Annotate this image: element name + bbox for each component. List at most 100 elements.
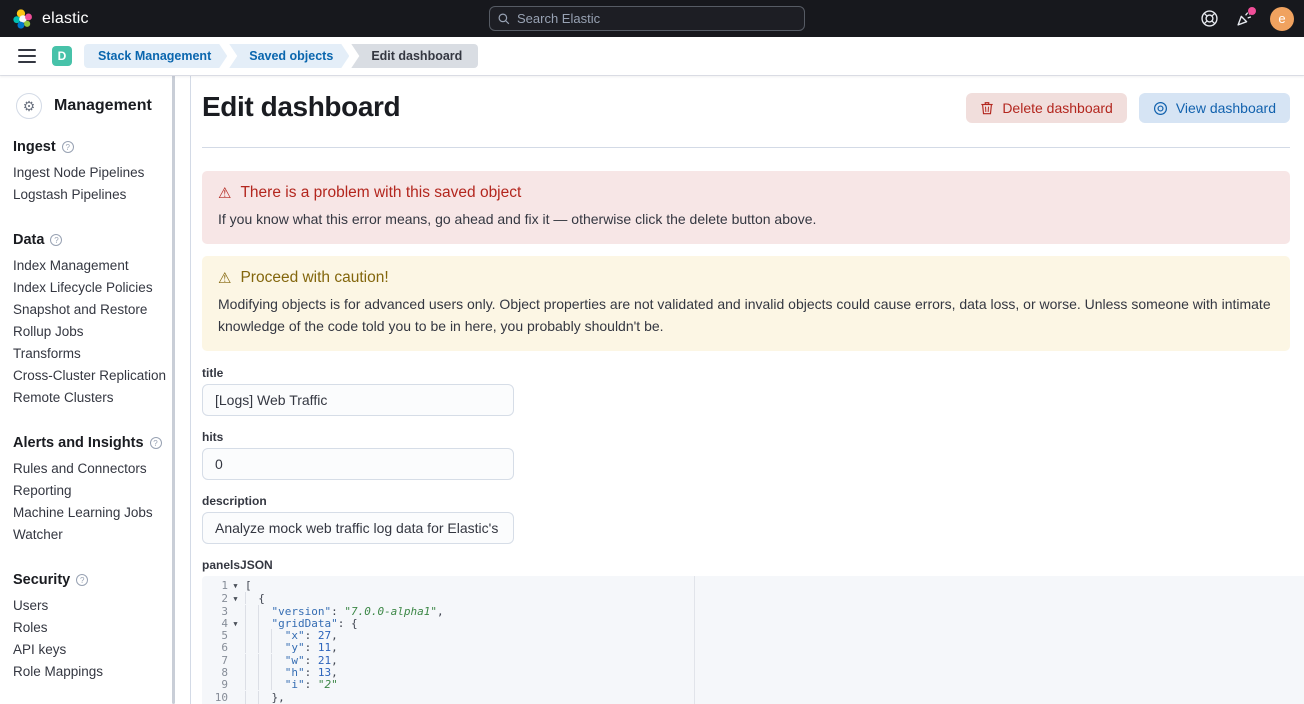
indent-guide xyxy=(245,605,258,617)
indent-guide xyxy=(258,605,271,617)
error-callout-title: There is a problem with this saved objec… xyxy=(240,184,521,202)
delete-dashboard-button[interactable]: Delete dashboard xyxy=(966,93,1127,123)
code-line: 3"version": "7.0.0-alpha1", xyxy=(202,605,1304,617)
error-callout-body: If you know what this error means, go ah… xyxy=(218,208,1274,230)
view-dashboard-button[interactable]: View dashboard xyxy=(1139,93,1290,123)
search-input[interactable] xyxy=(517,11,796,26)
panelsjson-label: panelsJSON xyxy=(202,558,1290,572)
management-sidebar: ⚙ Management Ingest?Ingest Node Pipeline… xyxy=(0,75,191,704)
line-number: 1 xyxy=(202,580,228,592)
breadcrumb-bar: D Stack ManagementSaved objectsEdit dash… xyxy=(0,37,1304,75)
indent-guide xyxy=(271,654,284,666)
indent-guide xyxy=(258,641,271,653)
indent-guide xyxy=(245,641,258,653)
sidebar-item-api-keys[interactable]: API keys xyxy=(13,639,190,661)
elastic-logo-icon xyxy=(12,8,34,30)
sidebar-item-snapshot-and-restore[interactable]: Snapshot and Restore xyxy=(13,299,190,321)
title-label: title xyxy=(202,366,1290,380)
indent-guide xyxy=(245,617,258,629)
indent-guide xyxy=(245,666,258,678)
help-icon[interactable] xyxy=(1200,10,1218,28)
brand-name: elastic xyxy=(42,10,89,28)
sidebar-item-cross-cluster-replication[interactable]: Cross-Cluster Replication xyxy=(13,365,190,387)
breadcrumb-edit-dashboard: Edit dashboard xyxy=(351,44,478,68)
indent-guide xyxy=(245,678,258,690)
header-divider xyxy=(202,147,1290,148)
top-header-bar: elastic xyxy=(0,0,1304,37)
question-circle-icon[interactable]: ? xyxy=(76,574,88,586)
error-callout: ⚠ There is a problem with this saved obj… xyxy=(202,171,1290,244)
indent-guide xyxy=(258,678,271,690)
line-number: 6 xyxy=(202,642,228,654)
menu-icon[interactable] xyxy=(10,43,44,69)
sidebar-item-transforms[interactable]: Transforms xyxy=(13,343,190,365)
sidebar-scrollbar[interactable] xyxy=(172,75,175,704)
code-line: 7"w": 21, xyxy=(202,654,1304,666)
sidebar-item-rollup-jobs[interactable]: Rollup Jobs xyxy=(13,321,190,343)
code-line: 2▼{ xyxy=(202,592,1304,604)
code-line: 9"i": "2" xyxy=(202,678,1304,690)
indent-guide xyxy=(258,666,271,678)
breadcrumb-stack-management[interactable]: Stack Management xyxy=(84,44,227,68)
sidebar-title: Management xyxy=(54,97,152,115)
indent-guide xyxy=(258,617,271,629)
question-circle-icon[interactable]: ? xyxy=(50,234,62,246)
description-input[interactable] xyxy=(202,512,514,544)
sidebar-item-reporting[interactable]: Reporting xyxy=(13,480,190,502)
indent-guide xyxy=(271,678,284,690)
sidebar-item-watcher[interactable]: Watcher xyxy=(13,524,190,546)
question-circle-icon[interactable]: ? xyxy=(62,141,74,153)
code-line: 10}, xyxy=(202,691,1304,703)
sidebar-item-rules-and-connectors[interactable]: Rules and Connectors xyxy=(13,458,190,480)
print-margin-ruler xyxy=(694,576,695,704)
global-search[interactable] xyxy=(489,6,805,31)
elastic-logo[interactable]: elastic xyxy=(12,8,89,30)
user-avatar[interactable]: e xyxy=(1270,7,1294,31)
code-line: 1▼[ xyxy=(202,580,1304,592)
fold-caret-icon[interactable]: ▼ xyxy=(228,580,243,592)
sidebar-section-title: Security? xyxy=(13,572,190,588)
sidebar-item-remote-clusters[interactable]: Remote Clusters xyxy=(13,387,190,409)
code-line: 6"y": 11, xyxy=(202,641,1304,653)
title-input[interactable] xyxy=(202,384,514,416)
sidebar-item-role-mappings[interactable]: Role Mappings xyxy=(13,661,190,683)
panelsjson-code-editor[interactable]: 1▼[2▼{3"version": "7.0.0-alpha1",4▼"grid… xyxy=(202,576,1304,704)
hits-label: hits xyxy=(202,430,1290,444)
indent-guide xyxy=(258,654,271,666)
alert-icon: ⚠ xyxy=(218,186,231,201)
sidebar-item-index-management[interactable]: Index Management xyxy=(13,255,190,277)
sidebar-item-ingest-node-pipelines[interactable]: Ingest Node Pipelines xyxy=(13,162,190,184)
indent-guide xyxy=(271,666,284,678)
indent-guide xyxy=(245,629,258,641)
view-dashboard-label: View dashboard xyxy=(1176,100,1276,116)
indent-guide xyxy=(245,691,258,703)
space-avatar[interactable]: D xyxy=(52,46,72,66)
code-line: 5"x": 27, xyxy=(202,629,1304,641)
sidebar-item-index-lifecycle-policies[interactable]: Index Lifecycle Policies xyxy=(13,277,190,299)
search-icon xyxy=(498,13,510,25)
code-line: 8"h": 13, xyxy=(202,666,1304,678)
breadcrumb: Stack ManagementSaved objectsEdit dashbo… xyxy=(84,44,478,68)
fold-caret-icon[interactable]: ▼ xyxy=(228,593,243,605)
sidebar-item-roles[interactable]: Roles xyxy=(13,617,190,639)
sidebar-item-machine-learning-jobs[interactable]: Machine Learning Jobs xyxy=(13,502,190,524)
sidebar-section-title: Ingest? xyxy=(13,139,190,155)
caution-callout-body: Modifying objects is for advanced users … xyxy=(218,293,1274,337)
question-circle-icon[interactable]: ? xyxy=(150,437,162,449)
caution-callout-title: Proceed with caution! xyxy=(240,269,388,287)
hits-input[interactable] xyxy=(202,448,514,480)
indent-guide xyxy=(258,691,271,703)
notification-dot xyxy=(1248,7,1256,15)
breadcrumb-saved-objects[interactable]: Saved objects xyxy=(229,44,349,68)
sidebar-item-users[interactable]: Users xyxy=(13,595,190,617)
sidebar-item-logstash-pipelines[interactable]: Logstash Pipelines xyxy=(13,184,190,206)
line-number: 2 xyxy=(202,593,228,605)
page-title: Edit dashboard xyxy=(202,91,400,123)
warning-icon: ⚠ xyxy=(218,271,231,286)
indent-guide xyxy=(271,641,284,653)
eye-icon xyxy=(1153,101,1168,116)
indent-guide xyxy=(258,629,271,641)
description-label: description xyxy=(202,494,1290,508)
indent-guide xyxy=(245,654,258,666)
newsfeed-icon[interactable] xyxy=(1235,10,1253,28)
